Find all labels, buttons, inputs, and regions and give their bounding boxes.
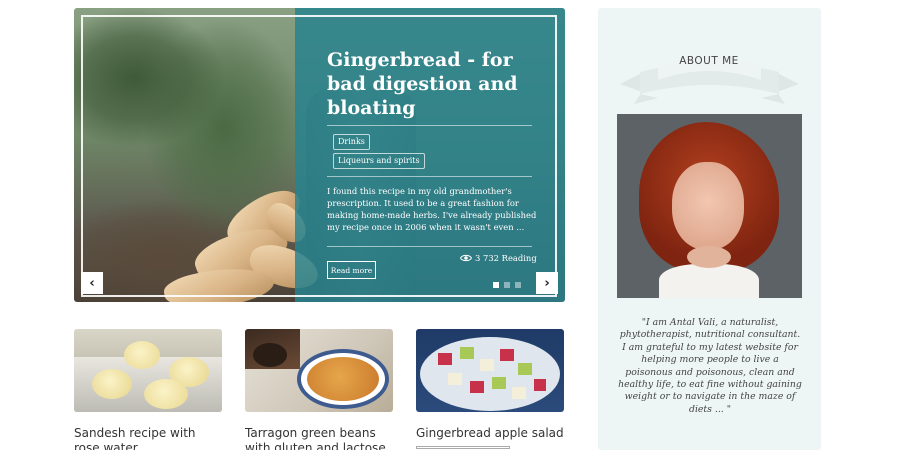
divider (327, 125, 532, 126)
divider (327, 246, 532, 247)
card-image[interactable] (245, 329, 393, 412)
view-count: 3 732 Reading (460, 253, 537, 263)
recipe-card[interactable]: Tarragon green beans with gluten and lac… (245, 329, 393, 450)
tag-liqueurs-and-spirits[interactable]: Liqueurs and spirits (333, 153, 425, 169)
tag-drinks[interactable]: Drinks (333, 134, 370, 150)
author-photo (617, 114, 802, 298)
slider-dot[interactable] (504, 282, 510, 288)
about-text: "I am Antal Vali, a naturalist, phytothe… (618, 317, 802, 415)
slider-dot[interactable] (493, 282, 499, 288)
slide-title[interactable]: Gingerbread - for bad digestion and bloa… (327, 48, 547, 120)
card-image[interactable] (74, 329, 222, 412)
card-title[interactable]: Sandesh recipe with rose water (74, 426, 222, 450)
slider-prev-button[interactable]: ‹ (81, 272, 103, 294)
slide-excerpt: I found this recipe in my old grandmothe… (327, 186, 537, 232)
eye-icon (460, 254, 472, 262)
read-more-button[interactable]: Read more (327, 261, 376, 279)
view-count-label: 3 732 Reading (475, 253, 537, 263)
slider-dot[interactable] (515, 282, 521, 288)
slider-next-button[interactable]: › (536, 272, 558, 294)
chevron-right-icon: › (544, 275, 550, 291)
featured-slider[interactable]: Gingerbread - for bad digestion and bloa… (74, 8, 565, 302)
about-title: ABOUT ME (679, 55, 739, 67)
card-image[interactable] (416, 329, 564, 412)
recipe-card[interactable]: Gingerbread apple salad (416, 329, 564, 449)
divider (327, 176, 532, 177)
card-underline (416, 446, 510, 449)
chevron-left-icon: ‹ (89, 275, 95, 291)
slider-pagination[interactable] (493, 282, 521, 288)
recipe-card[interactable]: Sandesh recipe with rose water (74, 329, 222, 450)
about-sidebar: ABOUT ME "I am Antal Vali, a naturalist,… (598, 8, 821, 450)
card-title[interactable]: Gingerbread apple salad (416, 426, 564, 441)
card-title[interactable]: Tarragon green beans with gluten and lac… (245, 426, 393, 450)
